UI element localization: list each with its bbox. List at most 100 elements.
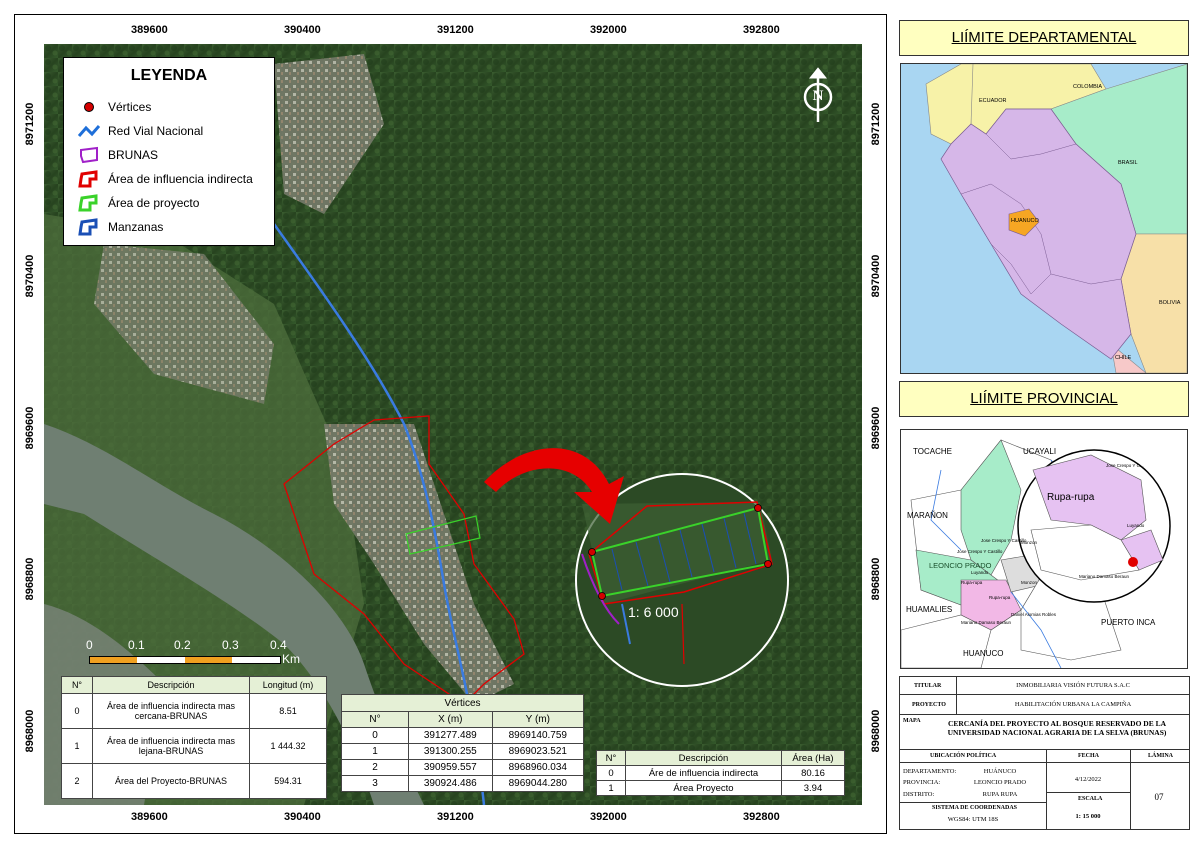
map-label: Mariano Damaso Beraun (961, 620, 1012, 625)
coord-top-0: 389600 (131, 24, 168, 36)
legend-label: Red Vial Nacional (108, 124, 204, 138)
road-line-icon (77, 122, 101, 140)
hectares-table: N° Descripción Área (Ha) 0 Áre de influen… (596, 750, 845, 796)
coord-top-4: 392800 (743, 24, 780, 36)
info-grid: UBICACIÓN POLÍTICA FECHA LÁMINA DEPARTAM… (900, 750, 1189, 829)
coord-right-4: 8968000 (870, 709, 882, 753)
map-label: ECUADOR (979, 98, 1007, 104)
map-label: CHILE (1115, 355, 1132, 361)
scale-tick: 0.3 (222, 638, 239, 652)
map-label: Mariano Damaso Beraun (1079, 574, 1130, 579)
scale-bar: 0 0.1 0.2 0.3 0.4 Km (86, 638, 316, 668)
coord-bottom-2: 391200 (437, 811, 474, 823)
map-label: MARAÑON (907, 511, 948, 520)
table-row: 1 391300.255 8969023.521 (341, 743, 585, 760)
legend-label: Área de proyecto (108, 196, 200, 210)
table-header: Área (Ha) (781, 750, 845, 766)
title-block: TITULAR INMOBILIARIA VISIÓN FUTURA S.A.C… (899, 676, 1190, 830)
provincial-map[interactable]: TOCACHE UCAYALI MARAÑON LEONCIO PRADO HU… (900, 429, 1188, 669)
table-row: 0 Área de influencia indirecta mas cercan… (61, 693, 327, 729)
map-label: Daniel Alomias Robles (1011, 612, 1057, 617)
map-label: Rupa-rupa (1047, 492, 1095, 503)
vertex-point-icon (78, 98, 100, 116)
table-header: X (m) (408, 711, 493, 728)
legend-item-brunas: BRUNAS (78, 146, 158, 164)
map-label: Jose Crespo Y Castillo (957, 549, 1003, 554)
dept-map-graphic (925, 64, 1187, 373)
polygon-outline-icon (78, 170, 100, 188)
map-label: Rupa-rupa (989, 595, 1011, 600)
mapa-row: MAPA CERCANÍA DEL PROYECTO AL BOSQUE RES… (900, 715, 1189, 750)
table-row: 1 Área de influencia indirecta mas lejana… (61, 728, 327, 764)
table-header: N° (61, 676, 93, 694)
map-label: Jose Crespo Y Castillo (981, 538, 1027, 543)
table-row: 3 390924.486 8969044.280 (341, 775, 585, 792)
table-row: 2 Área del Proyecto-BRUNAS 594.31 (61, 763, 327, 799)
map-label: BRASIL (1118, 160, 1138, 166)
table-row: 0 Áre de influencia indirecta 80.16 (596, 765, 845, 781)
map-label: UCAYALI (1023, 447, 1057, 456)
polygon-outline-icon (78, 146, 100, 164)
coord-left-0: 8971200 (24, 102, 36, 146)
legend-box: LEYENDA Vértices Red Vial Nacional BRUNA… (63, 57, 275, 246)
north-arrow: N (800, 66, 836, 124)
coord-bottom-1: 390400 (284, 811, 321, 823)
coord-left-1: 8970400 (24, 254, 36, 298)
prov-map-graphic (901, 439, 1171, 668)
coord-bottom-3: 392000 (590, 811, 627, 823)
map-label: BOLIVIA (1159, 300, 1181, 306)
legend-item-blocks: Manzanas (78, 218, 163, 236)
map-label: Luyando (1127, 523, 1145, 528)
vertices-table: Vértices N° X (m) Y (m) 0 391277.489 89691… (341, 694, 585, 792)
table-header: Y (m) (491, 711, 585, 728)
proyecto-row: PROYECTO HABILITACIÓN URBANA LA CAMPIÑA (900, 695, 1189, 715)
map-label: LEONCIO PRADO (929, 561, 992, 570)
legend-label: Manzanas (108, 220, 164, 234)
coord-right-2: 8969600 (870, 406, 882, 450)
coord-top-3: 392000 (590, 24, 627, 36)
distance-table: N° Descripción Longitud (m) 0 Área de inf… (61, 676, 327, 799)
coord-bottom-0: 389600 (131, 811, 168, 823)
zoom-scale-label: 1: 6 000 (628, 604, 679, 620)
map-label: HUANUCO (963, 649, 1004, 658)
table-row: 0 391277.489 8969140.759 (341, 727, 585, 744)
map-label: TOCACHE (913, 447, 952, 456)
table-title: Vértices (341, 694, 584, 712)
map-label: Rupa-rupa (961, 580, 983, 585)
map-label: Jose Crespo Y C... (1106, 463, 1144, 468)
legend-label: Vértices (108, 100, 152, 114)
map-label: COLOMBIA (1073, 84, 1103, 90)
coord-left-2: 8969600 (24, 406, 36, 450)
coord-bottom-4: 392800 (743, 811, 780, 823)
scale-bar-track (89, 656, 281, 664)
polygon-outline-icon (78, 218, 100, 236)
scale-unit: Km (282, 652, 300, 666)
map-label: Luyando (971, 570, 989, 575)
map-label: HUANUCO (1011, 218, 1039, 224)
coord-left-3: 8968800 (24, 557, 36, 601)
map-label: PUERTO INCA (1101, 618, 1156, 627)
polygon-outline-icon (78, 194, 100, 212)
north-letter: N (812, 88, 824, 104)
dept-title: LIÍMITE DEPARTAMENTAL (899, 20, 1189, 56)
scale-tick: 0.1 (128, 638, 145, 652)
coord-left-4: 8968000 (24, 709, 36, 753)
table-header: Descripción (625, 750, 782, 766)
legend-title: LEYENDA (130, 67, 208, 84)
table-header: Descripción (92, 676, 250, 694)
table-row: 2 390959.557 8968960.034 (341, 759, 585, 776)
scale-tick: 0 (86, 638, 93, 652)
legend-item-road: Red Vial Nacional (77, 122, 204, 140)
table-header: N° (341, 711, 409, 728)
legend-label: BRUNAS (108, 148, 159, 162)
coord-right-1: 8970400 (870, 254, 882, 298)
coord-right-3: 8968800 (870, 557, 882, 601)
titular-row: TITULAR INMOBILIARIA VISIÓN FUTURA S.A.C (900, 677, 1189, 695)
legend-item-vertices: Vértices (78, 98, 151, 116)
legend-label: Área de influencia indirecta (108, 172, 253, 186)
legend-item-indirect: Área de influencia indirecta (78, 170, 253, 188)
map-label: Monzon (1021, 580, 1038, 585)
table-header: Longitud (m) (249, 676, 327, 694)
coord-top-2: 391200 (437, 24, 474, 36)
departmental-map[interactable]: ECUADOR COLOMBIA BRASIL HUANUCO BOLIVIA … (900, 63, 1188, 374)
